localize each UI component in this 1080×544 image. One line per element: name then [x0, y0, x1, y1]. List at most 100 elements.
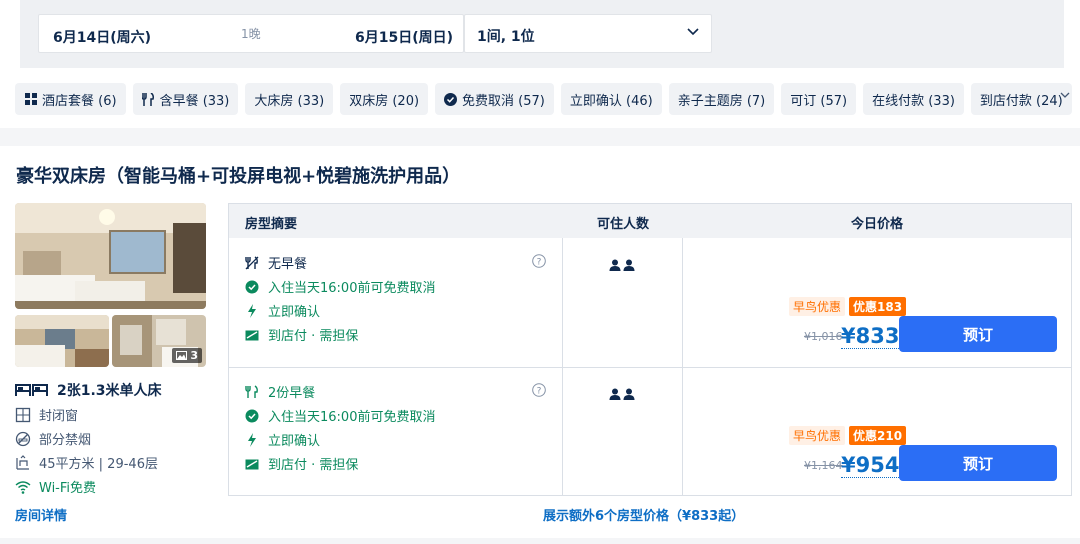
- no-breakfast-icon: [245, 255, 259, 270]
- confirm-label: 立即确认: [268, 305, 321, 320]
- breakfast-icon: [142, 92, 155, 106]
- rate-table: 房型摘要 可住人数 今日价格 无早餐 入住当天16:00前可免费取消 立即确认: [228, 203, 1072, 496]
- cancel-label: 入住当天16:00前可免费取消: [268, 281, 436, 296]
- room-details-link[interactable]: 房间详情: [15, 505, 67, 524]
- lightning-icon: [245, 303, 259, 318]
- amenity-label: Wi-Fi免费: [39, 481, 97, 496]
- cancel-policy: 入住当天16:00前可免费取消: [245, 277, 435, 296]
- book-button[interactable]: 预订: [899, 445, 1057, 481]
- payment-info: 到店付 · 需担保: [245, 325, 358, 344]
- filter-pay-at-hotel[interactable]: 到店付款 (24): [970, 83, 1072, 115]
- filter-family[interactable]: 亲子主题房 (7): [668, 83, 775, 115]
- checkout-date[interactable]: 6月15日(周日): [355, 27, 453, 47]
- bed-icon: [15, 384, 48, 396]
- filter-label: 酒店套餐 (6): [42, 93, 117, 109]
- person-icon: [609, 259, 621, 271]
- cancel-policy: 入住当天16:00前可免费取消: [245, 406, 435, 425]
- filter-label: 在线付款 (33): [872, 93, 955, 109]
- pay-at-hotel-icon: [245, 328, 259, 342]
- promo-tags: 早鸟优惠 优惠210: [789, 426, 907, 445]
- filter-free-cancel[interactable]: 免费取消 (57): [435, 83, 554, 115]
- help-icon[interactable]: ?: [532, 254, 546, 268]
- room-card: 豪华双床房（智能马桶+可投屏电视+悦碧施洗护用品） 3 2张1.3米单人床 封闭…: [0, 146, 1080, 538]
- filter-instant-confirm[interactable]: 立即确认 (46): [560, 83, 662, 115]
- filter-bar: 酒店套餐 (6) 含早餐 (33) 大床房 (33) 双床房 (20) 免费取消…: [15, 83, 1072, 115]
- chevron-down-icon: [687, 28, 699, 36]
- original-price: ¥1,164: [804, 459, 843, 472]
- header-summary: 房型摘要: [245, 217, 298, 232]
- meal-label: 2份早餐: [268, 386, 316, 401]
- room-photo-main[interactable]: [15, 203, 206, 309]
- person-icon: [623, 259, 635, 271]
- amenity-label: 封闭窗: [39, 409, 79, 424]
- filter-label: 立即确认 (46): [569, 93, 653, 109]
- filter-label: 免费取消 (57): [462, 93, 545, 109]
- promo-tags: 早鸟优惠 优惠183: [789, 297, 907, 316]
- amenity-area: 45平方米 | 29-46层: [15, 453, 158, 472]
- filter-package[interactable]: 酒店套餐 (6): [15, 83, 126, 115]
- early-bird-tag: 早鸟优惠: [789, 297, 846, 316]
- lightning-icon: [245, 432, 259, 447]
- filter-available[interactable]: 可订 (57): [781, 83, 857, 115]
- confirm-info: 立即确认: [245, 430, 320, 449]
- help-icon[interactable]: ?: [532, 383, 546, 397]
- payment-info: 到店付 · 需担保: [245, 454, 358, 473]
- room-title: 豪华双床房（智能马桶+可投屏电视+悦碧施洗护用品）: [16, 166, 461, 187]
- occupancy-people: [609, 388, 635, 400]
- filter-label: 大床房 (33): [254, 93, 325, 109]
- discount-tag: 优惠183: [849, 297, 907, 316]
- wifi-icon: [15, 479, 31, 495]
- amenity-label: 45平方米 | 29-46层: [39, 457, 158, 472]
- more-rates-link[interactable]: 展示额外6个房型价格（¥833起）: [543, 505, 744, 524]
- filter-label: 亲子主题房 (7): [677, 93, 766, 109]
- occupancy-people: [609, 259, 635, 271]
- checkin-date[interactable]: 6月14日(周六): [53, 27, 151, 47]
- window-icon: [15, 407, 31, 423]
- person-icon: [609, 388, 621, 400]
- package-icon: [24, 93, 37, 106]
- date-picker[interactable]: 6月14日(周六) 1晚 6月15日(周日): [38, 14, 464, 53]
- room-photo-thumb[interactable]: 3: [112, 315, 206, 367]
- early-bird-tag: 早鸟优惠: [789, 426, 846, 445]
- discount-tag: 优惠210: [849, 426, 907, 445]
- header-occupancy: 可住人数: [597, 217, 650, 232]
- rate-row: 2份早餐 入住当天16:00前可免费取消 立即确认 到店付 · 需担保 ? 早鸟…: [229, 368, 1071, 497]
- header-price: 今日价格: [851, 217, 904, 232]
- pay-at-hotel-icon: [245, 457, 259, 471]
- no-smoking-icon: [15, 431, 31, 447]
- check-circle-icon: [245, 409, 259, 423]
- person-icon: [623, 388, 635, 400]
- chevron-down-icon[interactable]: [1058, 88, 1072, 102]
- breakfast-icon: [245, 384, 259, 399]
- amenity-smoking: 部分禁烟: [15, 429, 91, 448]
- filter-pay-online[interactable]: 在线付款 (33): [863, 83, 964, 115]
- payment-label: 到店付 · 需担保: [268, 458, 359, 473]
- nights-count: 1晚: [241, 27, 261, 41]
- photo-count: 3: [190, 349, 198, 362]
- search-panel: 6月14日(周六) 1晚 6月15日(周日) 1间, 1位 酒店套餐 (6) 含…: [0, 0, 1080, 128]
- meal-info: 无早餐: [245, 253, 307, 272]
- filter-label: 双床房 (20): [349, 93, 420, 109]
- confirm-label: 立即确认: [268, 434, 321, 449]
- filter-label: 可订 (57): [790, 93, 848, 109]
- amenity-label: 部分禁烟: [39, 433, 92, 448]
- check-circle-icon: [444, 92, 458, 106]
- filter-label: 到店付款 (24): [979, 93, 1063, 109]
- payment-label: 到店付 · 需担保: [268, 329, 359, 344]
- filter-king-bed[interactable]: 大床房 (33): [245, 83, 334, 115]
- amenity-window: 封闭窗: [15, 405, 78, 424]
- original-price: ¥1,016: [804, 330, 843, 343]
- bed-info: 2张1.3米单人床: [15, 380, 162, 400]
- book-button[interactable]: 预订: [899, 316, 1057, 352]
- svg-text:?: ?: [537, 387, 542, 397]
- rate-table-header: 房型摘要 可住人数 今日价格: [229, 204, 1071, 238]
- filter-breakfast[interactable]: 含早餐 (33): [132, 83, 239, 115]
- meal-label: 无早餐: [268, 257, 308, 272]
- current-price[interactable]: ¥833: [841, 324, 900, 349]
- cancel-label: 入住当天16:00前可免费取消: [268, 410, 436, 425]
- current-price[interactable]: ¥954: [841, 453, 900, 478]
- guest-selector[interactable]: 1间, 1位: [464, 14, 712, 53]
- bed-label: 2张1.3米单人床: [57, 383, 162, 399]
- filter-twin-bed[interactable]: 双床房 (20): [340, 83, 429, 115]
- room-photo-thumb[interactable]: [15, 315, 109, 367]
